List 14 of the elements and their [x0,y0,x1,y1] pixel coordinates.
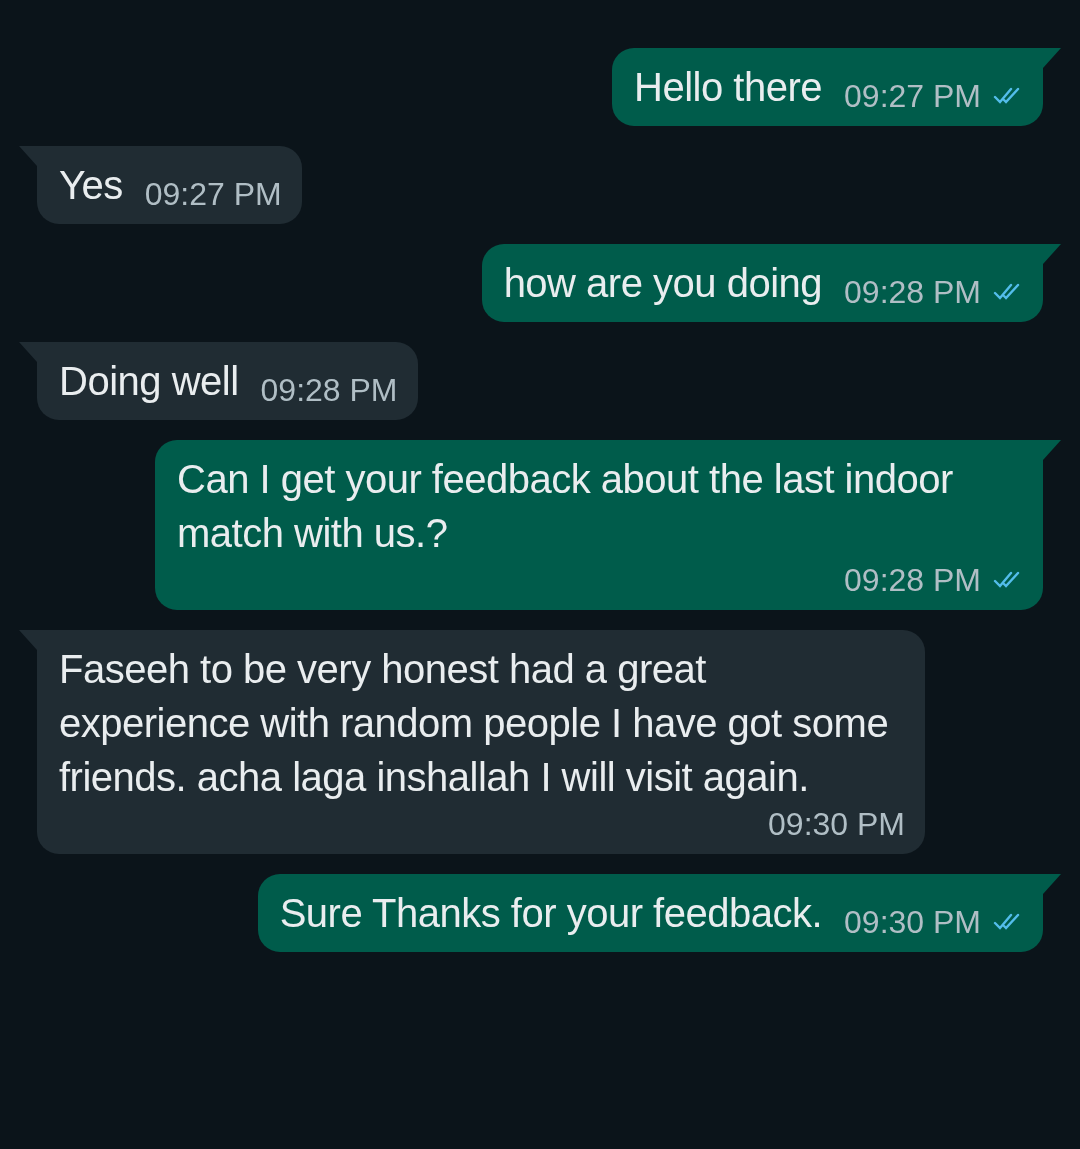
message-time: 09:30 PM [768,805,905,844]
message-text: Can I get your feedback about the last indoor match with us.? [177,456,954,557]
message-time: 09:27 PM [844,77,981,116]
message-text: Doing well [59,358,239,405]
message-time: 09:28 PM [844,561,981,600]
message-time: 09:30 PM [844,903,981,942]
message-text: Hello there [634,64,823,111]
message-time: 09:28 PM [844,273,981,312]
message-time: 09:27 PM [144,175,282,214]
message-text: Faseeh to be very honest had a great experience with random people I have got some friends. acha laga inshallah I will visit again. [59,646,890,801]
message-text: how are you doing [503,260,823,307]
message-text: Yes [59,162,123,209]
message-time: 09:28 PM [260,371,398,410]
message-text: Sure Thanks for your feedback. [279,890,823,937]
